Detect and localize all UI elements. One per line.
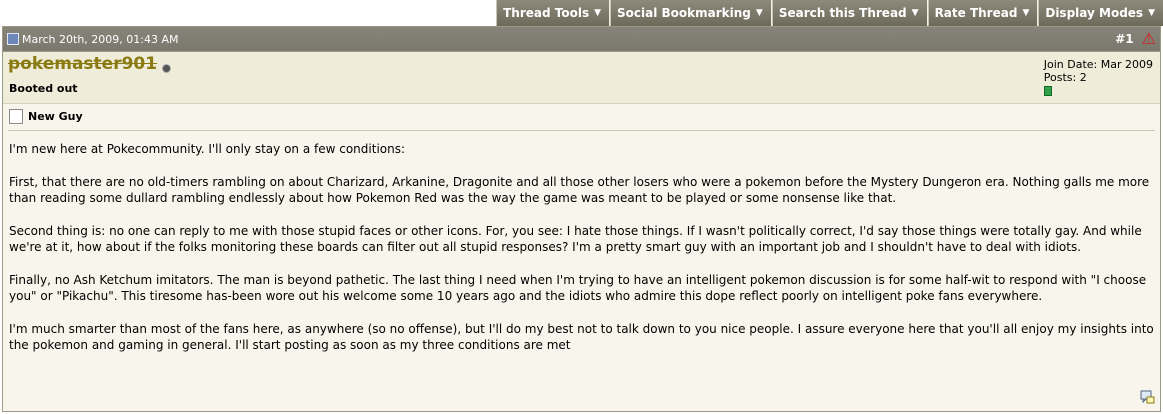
post-paragraph: I'm new here at Pokecommunity. I'll only…: [9, 142, 406, 156]
post-paragraph: I'm much smarter than most of the fans h…: [9, 322, 1154, 352]
post-paragraph: Finally, no Ash Ketchum imitators. The m…: [9, 273, 1147, 303]
search-thread-label: Search this Thread: [778, 6, 907, 20]
user-info-bar: pokemaster901 Booted out Join Date: Mar …: [3, 52, 1160, 104]
post-title-row: New Guy: [9, 109, 83, 124]
forum-post: March 20th, 2009, 01:43 AM #1 ⚠ pokemast…: [2, 26, 1161, 412]
post-number-link[interactable]: #1: [1115, 32, 1133, 46]
thread-toolbar: Thread Tools ▼ Social Bookmarking ▼ Search…: [0, 0, 1163, 26]
user-title: Booted out: [9, 82, 78, 95]
join-date: Join Date: Mar 2009: [1043, 58, 1153, 71]
reputation-icon: [1043, 86, 1052, 96]
post-paragraph: Second thing is: no one can reply to me …: [9, 224, 1142, 254]
chevron-down-icon: ▼: [911, 8, 919, 18]
chevron-down-icon: ▼: [594, 8, 602, 18]
post-body: I'm new here at Pokecommunity. I'll only…: [9, 141, 1157, 370]
report-post-icon[interactable]: ⚠: [1142, 31, 1156, 47]
thread-tools-menu: Thread Tools ▼ Social Bookmarking ▼ Search…: [496, 0, 1163, 26]
chevron-down-icon: ▼: [1148, 8, 1155, 18]
thread-tools-button[interactable]: Thread Tools ▼: [496, 0, 610, 26]
offline-status-icon: [162, 64, 171, 73]
title-divider: [8, 130, 1155, 131]
post-header: March 20th, 2009, 01:43 AM #1 ⚠: [3, 27, 1160, 52]
rate-thread-button[interactable]: Rate Thread ▼: [927, 0, 1038, 26]
quote-reply-icon[interactable]: [1140, 390, 1155, 405]
chevron-down-icon: ▼: [755, 8, 763, 18]
user-stats: Join Date: Mar 2009 Posts: 2: [1043, 58, 1153, 96]
display-modes-button[interactable]: Display Modes ▼: [1038, 0, 1163, 26]
post-paragraph: First, that there are no old-timers ramb…: [9, 175, 1150, 205]
post-title: New Guy: [28, 110, 83, 123]
social-bookmarking-label: Social Bookmarking: [617, 6, 751, 20]
username-link[interactable]: pokemaster901: [8, 54, 157, 74]
thread-tools-label: Thread Tools: [503, 6, 590, 20]
post-date: March 20th, 2009, 01:43 AM: [22, 32, 179, 46]
social-bookmarking-button[interactable]: Social Bookmarking ▼: [610, 0, 771, 26]
search-thread-button[interactable]: Search this Thread ▼: [771, 0, 927, 26]
post-status-icon: [7, 33, 19, 45]
post-icon: [9, 109, 23, 124]
rate-thread-label: Rate Thread: [934, 6, 1018, 20]
display-modes-label: Display Modes: [1045, 6, 1144, 20]
post-count: Posts: 2: [1043, 71, 1087, 84]
chevron-down-icon: ▼: [1022, 8, 1030, 18]
